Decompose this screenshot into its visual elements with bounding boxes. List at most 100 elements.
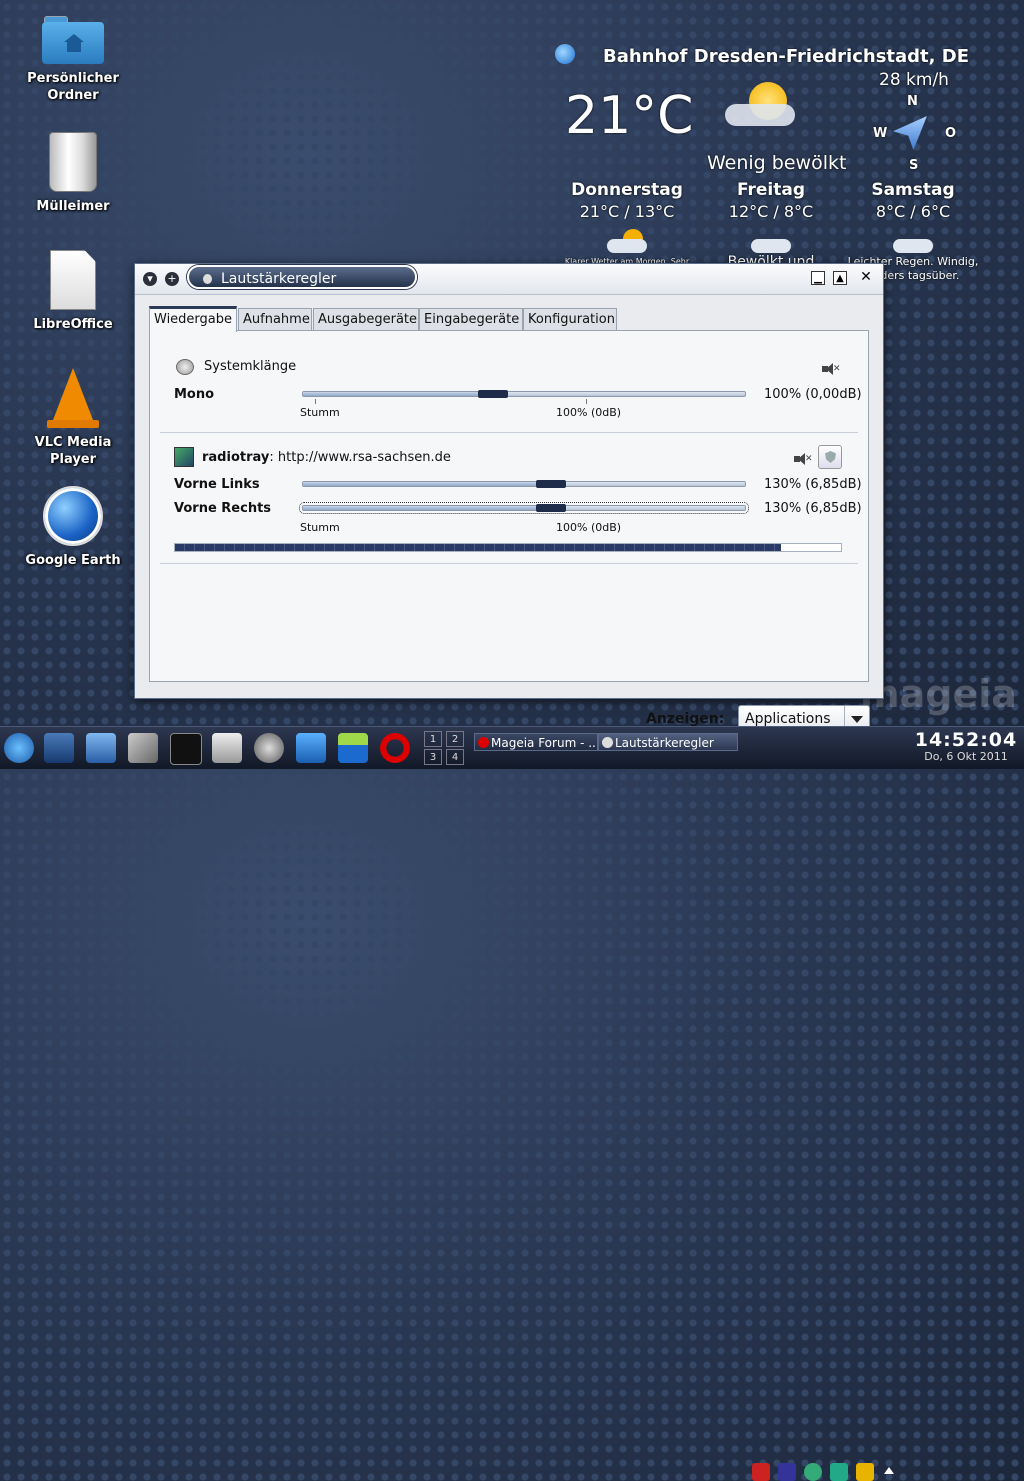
updater-icon[interactable] (338, 733, 368, 763)
calculator-icon[interactable] (212, 733, 242, 763)
app-menu-icon[interactable] (4, 733, 34, 763)
desktop-icon-google-earth[interactable]: Google Earth (20, 486, 126, 569)
tab-aufnahme[interactable]: Aufnahme (238, 308, 312, 330)
trash-icon (49, 132, 97, 192)
lock-channels-button[interactable] (818, 445, 842, 469)
volume-slider-front-left[interactable] (302, 480, 746, 488)
network-manager-icon[interactable] (296, 733, 326, 763)
wind-speed: 28 km/h (879, 70, 949, 90)
compass-south: S (909, 158, 919, 173)
desktop-icon-label: Persönlicher Ordner (27, 71, 119, 103)
stream-name: Systemklänge (204, 359, 297, 374)
desktop-icon-trash[interactable]: Mülleimer (20, 132, 126, 215)
partly-cloudy-icon (725, 78, 795, 128)
network-icon[interactable] (830, 1463, 848, 1481)
show-desktop-icon[interactable] (44, 733, 74, 763)
chat-icon[interactable] (254, 733, 284, 763)
tools-icon[interactable] (128, 733, 158, 763)
window-pin-icon[interactable]: + (165, 272, 179, 286)
compass-west: W (873, 126, 888, 141)
name-separator: : (269, 450, 274, 465)
opera-icon (478, 737, 489, 748)
minimize-button[interactable]: ▁ (811, 271, 825, 285)
close-button[interactable]: ✕ (859, 270, 873, 285)
clock-date: Do, 6 Okt 2011 (924, 750, 1008, 763)
desktop-2[interactable]: 2 (446, 731, 464, 747)
scale-tick (315, 399, 316, 404)
scale-mid-label: 100% (0dB) (556, 406, 622, 419)
compass-east: O (945, 126, 957, 141)
wifi-icon[interactable] (778, 1463, 796, 1481)
window-menu-icon[interactable]: ▾ (143, 272, 157, 286)
desktop-3[interactable]: 3 (424, 749, 442, 765)
radiotray-icon (174, 447, 194, 467)
volume-value: 100% (0,00dB) (764, 387, 862, 402)
channel-label: Mono (174, 387, 215, 402)
desktop-icon-label: Google Earth (25, 553, 121, 568)
tab-ausgabegeraete[interactable]: Ausgabegeräte (313, 308, 419, 330)
forecast-temps: 12°C / 8°C (728, 202, 814, 221)
app-name: radiotray (202, 450, 270, 465)
home-folder-icon (42, 16, 104, 64)
taskbar: 1 2 3 4 Mageia Forum - ... Lautstärkereg… (0, 726, 1024, 1481)
forecast-day-name: Samstag (871, 180, 955, 200)
mute-speaker-icon[interactable]: ✕ (794, 453, 813, 465)
scale-min-label: Stumm (300, 406, 340, 419)
forecast-day-name: Freitag (736, 180, 806, 200)
scale-min-label: Stumm (300, 521, 340, 534)
wind-direction-arrow-icon (893, 116, 927, 150)
window-title: Lautstärkeregler (187, 265, 417, 289)
desktop-icon-label: VLC Media Player (34, 435, 112, 467)
desktop-4[interactable]: 4 (446, 749, 464, 765)
clock[interactable]: 14:52:04 Do, 6 Okt 2011 (908, 729, 1024, 763)
terminal-icon[interactable] (170, 733, 202, 765)
vlc-icon (47, 368, 99, 428)
clock-time: 14:52:04 (914, 729, 1018, 751)
app-icon (203, 274, 212, 284)
cloudy-icon (751, 229, 791, 253)
maximize-button[interactable]: ▲ (833, 271, 847, 285)
chevron-up-icon[interactable] (884, 1467, 894, 1474)
app-icon (602, 737, 613, 748)
show-label: Anzeigen: (646, 711, 725, 727)
channel-label: Vorne Rechts (174, 501, 272, 516)
show-select-value: Applications (745, 711, 831, 727)
cloudy-icon (893, 229, 933, 253)
stream-url: http://www.rsa-sachsen.de (277, 450, 451, 465)
volume-slider-front-right[interactable] (299, 502, 749, 514)
task-opera[interactable]: Mageia Forum - ... (474, 733, 598, 751)
opera-icon[interactable] (380, 733, 410, 763)
desktop-icon-home[interactable]: Persönlicher Ordner (20, 16, 126, 104)
forecast-day-name: Donnerstag (571, 180, 683, 200)
divider (160, 563, 858, 564)
desktop-icon-vlc[interactable]: VLC Media Player (20, 368, 126, 468)
volume-value: 130% (6,85dB) (764, 477, 862, 492)
forecast-day: Freitag 12°C / 8°C Bewölkt und (701, 180, 841, 269)
settings-icon[interactable] (86, 733, 116, 763)
scale-tick (586, 399, 587, 404)
volume-value: 130% (6,85dB) (764, 501, 862, 516)
mute-speaker-icon[interactable]: ✕ (822, 363, 841, 375)
globe-icon (555, 44, 575, 64)
volume-slider-mono[interactable] (302, 390, 746, 398)
mail-icon[interactable] (752, 1463, 770, 1481)
weather-station: Bahnhof Dresden-Friedrichstadt, DE (603, 46, 970, 67)
globe-icon[interactable] (804, 1463, 822, 1481)
desktop-icon-libreoffice[interactable]: LibreOffice (20, 250, 126, 333)
google-earth-icon (43, 486, 103, 546)
window-titlebar[interactable]: ▾ + Lautstärkeregler ▁ ▲ ✕ (135, 264, 883, 295)
playback-panel: Systemklänge ✕ Mono 100% (0,00dB) Stumm … (149, 330, 870, 733)
desktop-1[interactable]: 1 (424, 731, 442, 747)
partly-cloudy-icon (607, 229, 647, 253)
task-mixer[interactable]: Lautstärkeregler (598, 733, 738, 751)
desktop-icon-label: Mülleimer (36, 199, 110, 214)
clipboard-icon[interactable] (856, 1463, 874, 1481)
task-label: Mageia Forum - ... (491, 736, 598, 750)
mixer-window[interactable]: ▾ + Lautstärkeregler ▁ ▲ ✕ Wiedergabe Au… (134, 263, 884, 733)
desktop-icon-label: LibreOffice (33, 317, 113, 332)
current-temperature: 21°C (565, 86, 694, 146)
tab-wiedergabe[interactable]: Wiedergabe (149, 306, 237, 332)
tab-konfiguration[interactable]: Konfiguration (523, 308, 617, 330)
tab-eingabegeraete[interactable]: Eingabegeräte (419, 308, 523, 330)
compass-north: N (907, 94, 918, 109)
